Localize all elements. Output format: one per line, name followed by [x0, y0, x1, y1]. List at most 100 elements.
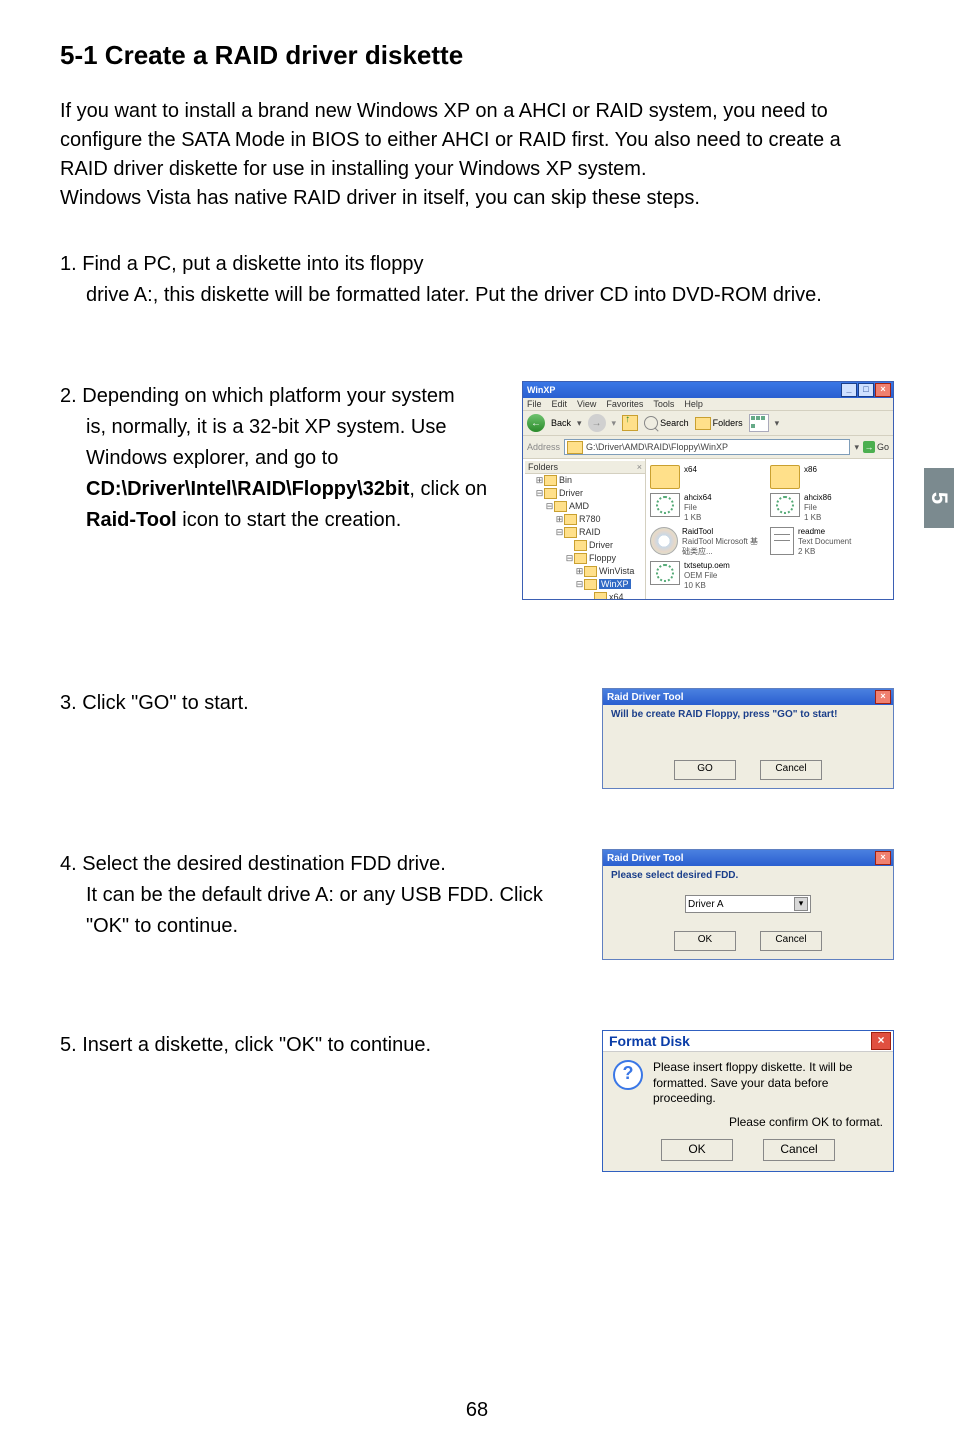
menu-help[interactable]: Help [684, 399, 703, 409]
dialog-titlebar[interactable]: Format Disk × [603, 1031, 893, 1052]
up-button[interactable] [622, 415, 638, 431]
dialog-message: Will be create RAID Floppy, press "GO" t… [611, 709, 885, 720]
step-3-text: 3. Click "GO" to start. [60, 688, 602, 719]
tree-driver[interactable]: Driver [559, 488, 583, 498]
step-5-text: 5. Insert a diskette, click "OK" to cont… [60, 1030, 602, 1061]
minimize-button[interactable]: _ [841, 383, 857, 397]
ok-button[interactable]: OK [661, 1139, 733, 1161]
tree-bin[interactable]: Bin [559, 475, 572, 485]
chevron-down-icon: ▾ [794, 897, 808, 911]
back-button[interactable]: ← [527, 414, 545, 432]
close-button[interactable]: × [875, 690, 891, 704]
address-dropdown-arrow[interactable]: ▾ [854, 442, 859, 453]
tree-winvista[interactable]: WinVista [599, 566, 634, 576]
drive-value: Driver A [688, 899, 724, 910]
step-1-number: 1. [60, 253, 77, 275]
format-disk-dialog: Format Disk × ? Please insert floppy dis… [602, 1030, 894, 1172]
file-txtsetup[interactable]: txtsetup.oemOEM File10 KB [650, 561, 760, 591]
folders-label: Folders [713, 418, 743, 428]
step-5-line1: Insert a diskette, click "OK" to continu… [82, 1034, 431, 1056]
step-4-line1: Select the desired destination FDD drive… [82, 853, 446, 875]
forward-button[interactable]: → [588, 414, 606, 432]
menu-edit[interactable]: Edit [552, 399, 568, 409]
search-button[interactable]: Search [644, 416, 689, 430]
dialog-titlebar[interactable]: Raid Driver Tool × [603, 689, 893, 705]
file-x64[interactable]: x64 [650, 465, 760, 489]
close-button[interactable]: × [875, 383, 891, 397]
maximize-button[interactable]: □ [858, 383, 874, 397]
folders-button[interactable]: Folders [695, 417, 743, 430]
tree-header-label: Folders [528, 462, 558, 472]
step-2-part-b: icon to start the creation. [177, 509, 402, 531]
drive-select[interactable]: Driver A ▾ [685, 895, 811, 913]
folder-tree-pane: Folders × ⊞Bin ⊟Driver ⊟AMD [523, 459, 646, 599]
step-1-line1: Find a PC, put a diskette into its flopp… [82, 253, 423, 275]
toolbar: ← Back ▾ → ▾ Search Folders ▾ [523, 411, 893, 436]
tree-winxp[interactable]: WinXP [599, 579, 631, 589]
back-dropdown-arrow[interactable]: ▾ [577, 418, 582, 429]
format-message: Please insert floppy diskette. It will b… [653, 1060, 883, 1107]
folder-icon [650, 465, 680, 489]
cancel-button[interactable]: Cancel [760, 931, 822, 951]
address-input[interactable]: G:\Driver\AMD\RAID\Floppy\WinXP [564, 439, 850, 455]
cancel-button[interactable]: Cancel [763, 1139, 835, 1161]
step-2-line1: Depending on which platform your system [82, 385, 454, 407]
file-list-pane: x64 x86 ahcix64File1 KB ahcix86File [646, 459, 893, 599]
go-button[interactable]: → Go [863, 441, 889, 453]
go-icon: → [863, 441, 875, 453]
tree-amd[interactable]: AMD [569, 501, 589, 511]
text-file-icon [770, 527, 794, 555]
folders-icon [695, 417, 711, 430]
dialog-titlebar[interactable]: Raid Driver Tool × [603, 850, 893, 866]
explorer-window: WinXP _ □ × File Edit View Favorites Too… [522, 381, 894, 600]
file-ahcix86[interactable]: ahcix86File1 KB [770, 493, 880, 523]
tree-driver2[interactable]: Driver [589, 540, 613, 550]
dialog-message: Please select desired FDD. [611, 870, 885, 881]
dialog-title: Format Disk [609, 1033, 871, 1049]
gear-icon [650, 561, 680, 585]
menu-tools[interactable]: Tools [653, 399, 674, 409]
file-raidtool[interactable]: RaidToolRaidTool Microsoft 基础类应... [650, 527, 760, 557]
tree-close-icon[interactable]: × [637, 462, 642, 472]
step-3-line1: Click "GO" to start. [82, 692, 248, 714]
dialog-title: Raid Driver Tool [607, 692, 875, 703]
folder-tree[interactable]: ⊞Bin ⊟Driver ⊟AMD ⊞R780 ⊟RAID [525, 474, 645, 599]
tree-raid[interactable]: RAID [579, 527, 601, 537]
cancel-button[interactable]: Cancel [760, 760, 822, 780]
disc-icon [650, 527, 678, 555]
step-1-text: 1. Find a PC, put a diskette into its fl… [60, 249, 894, 311]
menu-view[interactable]: View [577, 399, 596, 409]
close-button[interactable]: × [871, 1032, 891, 1050]
back-label: Back [551, 418, 571, 428]
step-2-bold-b: Raid-Tool [86, 509, 177, 531]
file-ahcix64[interactable]: ahcix64File1 KB [650, 493, 760, 523]
step-5-number: 5. [60, 1034, 77, 1056]
step-2-part-a: is, normally, it is a 32-bit XP system. … [86, 416, 446, 469]
file-x86[interactable]: x86 [770, 465, 880, 489]
address-bar: Address G:\Driver\AMD\RAID\Floppy\WinXP … [523, 436, 893, 459]
tree-floppy[interactable]: Floppy [589, 553, 616, 563]
gear-icon [770, 493, 800, 517]
window-titlebar[interactable]: WinXP _ □ × [523, 382, 893, 398]
page-number: 68 [0, 1399, 954, 1422]
tree-r780[interactable]: R780 [579, 514, 601, 524]
step-2-text: 2. Depending on which platform your syst… [60, 381, 522, 536]
close-button[interactable]: × [875, 851, 891, 865]
views-button[interactable] [749, 414, 769, 432]
menu-file[interactable]: File [527, 399, 542, 409]
file-readme[interactable]: readmeText Document2 KB [770, 527, 880, 557]
menu-favorites[interactable]: Favorites [606, 399, 643, 409]
gear-icon [650, 493, 680, 517]
step-4-number: 4. [60, 853, 77, 875]
step-2-bold-a: CD:\Driver\Intel\RAID\Floppy\32bit [86, 478, 409, 500]
ok-button[interactable]: OK [674, 931, 736, 951]
tree-x64[interactable]: x64 [609, 592, 624, 599]
folder-icon [770, 465, 800, 489]
menu-bar: File Edit View Favorites Tools Help [523, 398, 893, 411]
raid-fdd-dialog: Raid Driver Tool × Please select desired… [602, 849, 894, 960]
format-confirm-text: Please confirm OK to format. [613, 1115, 883, 1129]
go-button[interactable]: GO [674, 760, 736, 780]
go-label: Go [877, 442, 889, 452]
address-label: Address [527, 442, 560, 452]
window-title: WinXP [527, 385, 841, 395]
